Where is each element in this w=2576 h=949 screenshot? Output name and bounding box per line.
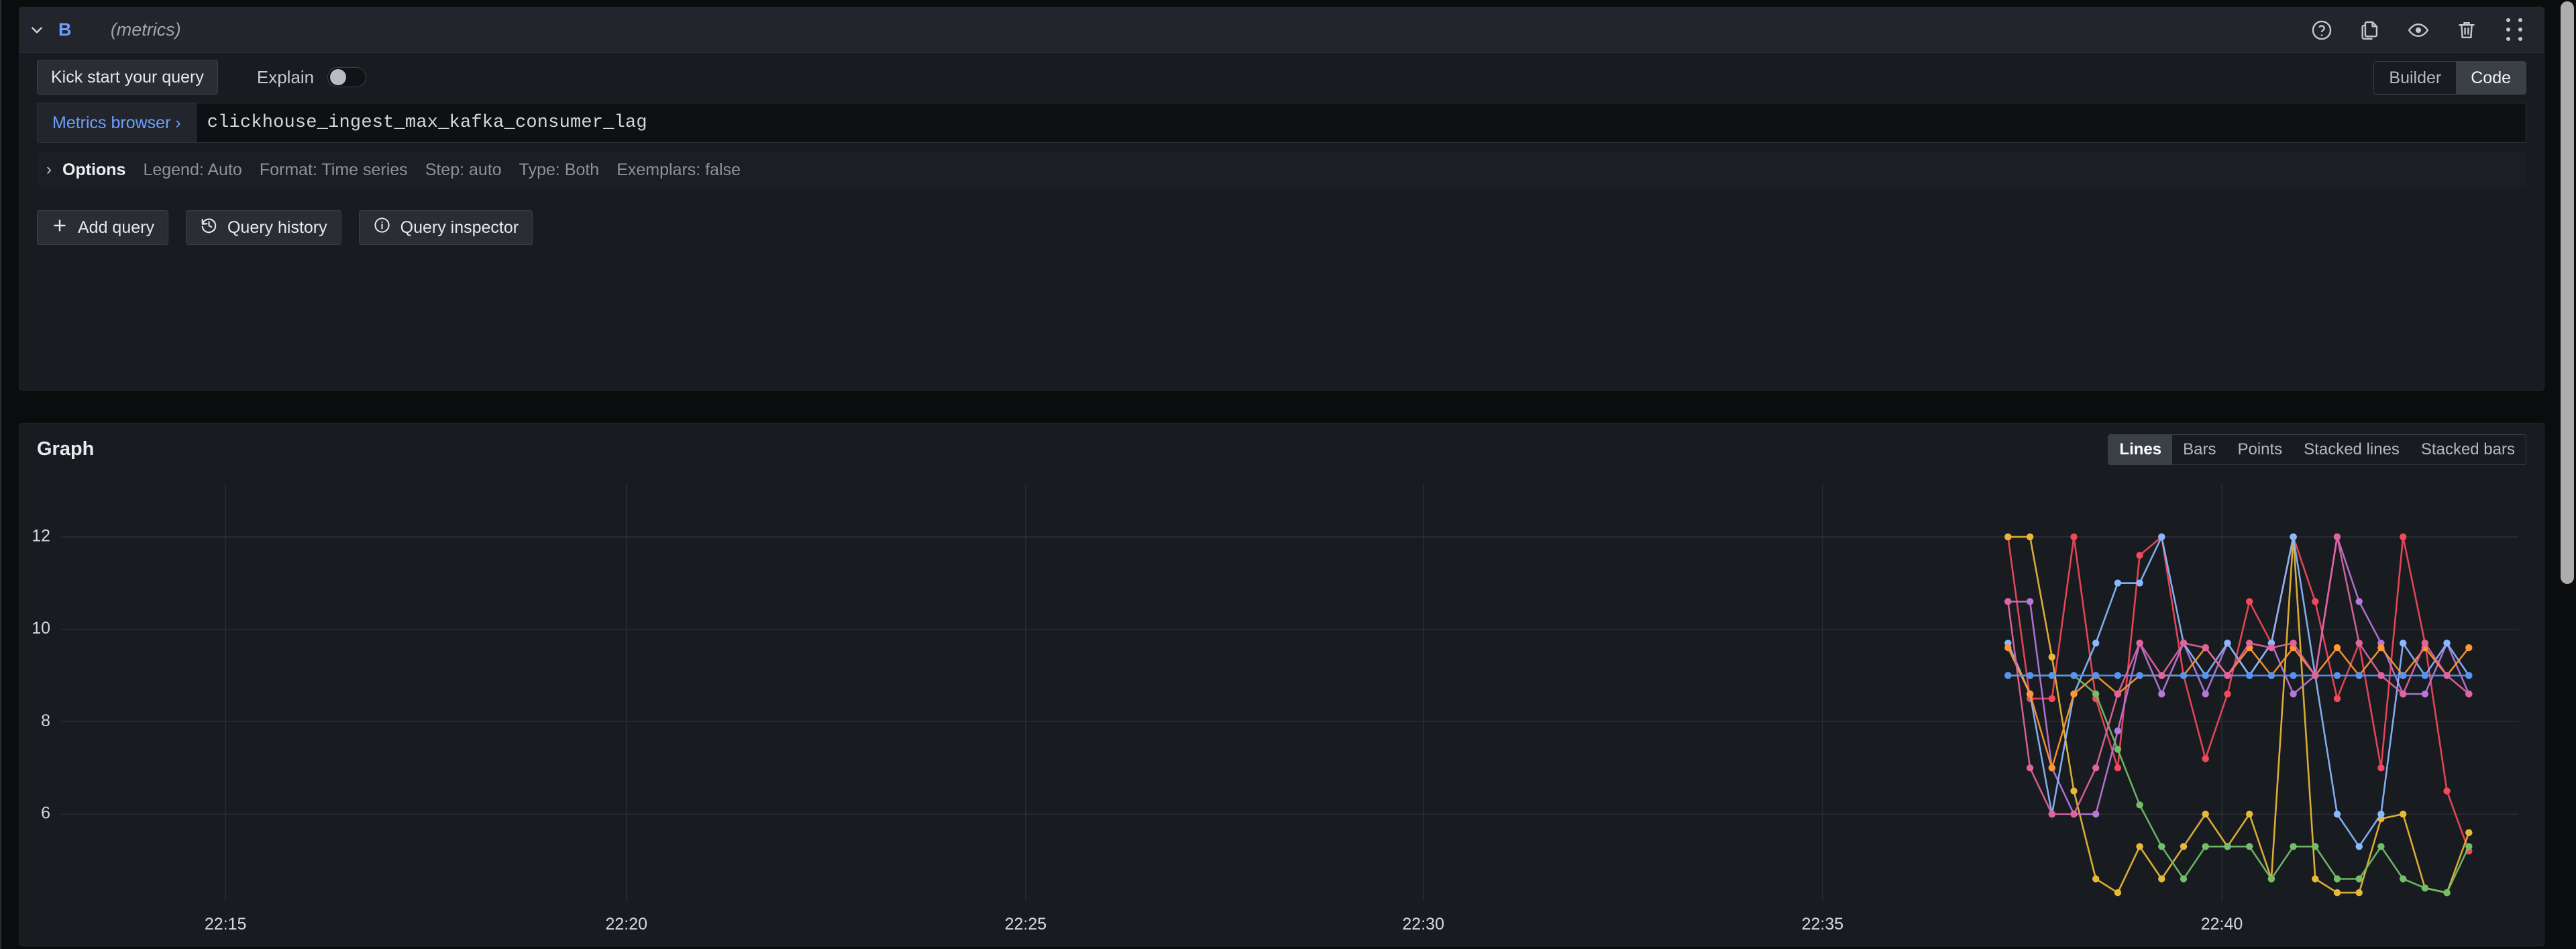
query-inspector-button[interactable]: Query inspector (358, 210, 533, 245)
options-label: Options (62, 160, 126, 179)
add-query-label: Add query (78, 217, 154, 237)
query-input[interactable]: clickhouse_ingest_max_kafka_consumer_lag (195, 103, 2526, 143)
chevron-down-icon[interactable] (22, 21, 52, 39)
viz-option-lines[interactable]: Lines (2108, 435, 2173, 464)
toggle-knob (330, 69, 347, 85)
x-axis-tick: 22:25 (1005, 915, 1047, 934)
page-scrollbar[interactable] (2560, 0, 2576, 949)
option-type: Type: Both (519, 160, 600, 179)
query-toolbar: Kick start your query Explain Builder Co… (19, 53, 2544, 97)
x-axis-tick: 22:40 (2201, 915, 2243, 934)
series-yellow (2004, 533, 2473, 897)
editor-mode-builder[interactable]: Builder (2374, 62, 2456, 94)
query-history-label: Query history (227, 217, 327, 237)
viz-option-stacked-lines[interactable]: Stacked lines (2293, 435, 2410, 464)
series-green (2004, 672, 2473, 897)
explore-page: B (metrics) Kick start your query Explai… (0, 0, 2576, 949)
option-format: Format: Time series (259, 160, 408, 179)
kick-start-query-button[interactable]: Kick start your query (37, 60, 218, 95)
y-axis-tick: 8 (41, 711, 50, 730)
graph-panel-header: Graph Lines Bars Points Stacked lines St… (19, 423, 2544, 476)
chevron-right-icon: › (46, 160, 52, 179)
left-edge-divider (0, 0, 1, 949)
y-axis-tick: 10 (32, 619, 50, 638)
option-exemplars: Exemplars: false (616, 160, 741, 179)
viz-option-stacked-bars[interactable]: Stacked bars (2410, 435, 2526, 464)
add-query-button[interactable]: Add query (37, 210, 168, 245)
query-actions: Add query Query history Query inspector (37, 210, 2544, 245)
toggle-visibility-icon[interactable] (2407, 19, 2430, 42)
scrollbar-thumb[interactable] (2561, 1, 2574, 584)
query-row-actions (2310, 7, 2526, 53)
editor-mode-code[interactable]: Code (2456, 62, 2526, 94)
plus-icon (51, 217, 68, 239)
y-axis-tick: 12 (32, 526, 50, 545)
remove-query-icon[interactable] (2455, 19, 2478, 42)
query-inspector-label: Query inspector (400, 217, 519, 237)
page-title: Graph (37, 438, 95, 460)
query-expression-row: Metrics browser › clickhouse_ingest_max_… (37, 103, 2526, 143)
query-ref-id[interactable]: B (58, 19, 72, 40)
x-axis-tick: 22:35 (1802, 915, 1844, 934)
viz-option-bars[interactable]: Bars (2172, 435, 2226, 464)
series-steelblue (2004, 672, 2473, 679)
x-axis-tick: 22:30 (1402, 915, 1444, 934)
x-axis-tick: 22:15 (205, 915, 247, 934)
query-history-button[interactable]: Query history (185, 210, 341, 245)
option-step: Step: auto (425, 160, 502, 179)
visualization-type-toggle: Lines Bars Points Stacked lines Stacked … (2108, 434, 2526, 465)
option-legend: Legend: Auto (143, 160, 242, 179)
metrics-browser-button[interactable]: Metrics browser › (37, 103, 196, 143)
help-icon[interactable] (2310, 19, 2333, 42)
series-orange (2004, 644, 2473, 772)
info-circle-icon (373, 216, 391, 239)
graph-plot-area[interactable]: 12 10 8 6 22:15 22:20 22:25 22:30 22:35 22:40 (19, 476, 2544, 946)
drag-handle-icon[interactable] (2504, 17, 2526, 42)
graph-panel: Graph Lines Bars Points Stacked lines St… (19, 423, 2544, 946)
editor-mode-toggle: Builder Code (2373, 61, 2526, 95)
duplicate-query-icon[interactable] (2359, 19, 2381, 42)
history-icon (200, 216, 218, 239)
explain-control: Explain (256, 66, 367, 88)
x-axis-tick: 22:20 (605, 915, 647, 934)
datasource-name: (metrics) (110, 19, 181, 40)
query-options-row[interactable]: › Options Legend: Auto Format: Time seri… (37, 152, 2526, 187)
explain-label: Explain (256, 66, 315, 87)
query-editor-card: B (metrics) Kick start your query Explai… (19, 7, 2544, 391)
timeseries-chart[interactable]: 12 10 8 6 22:15 22:20 22:25 22:30 22:35 22:40 (19, 476, 2544, 946)
viz-option-points[interactable]: Points (2226, 435, 2293, 464)
y-axis-tick: 6 (41, 804, 50, 823)
explain-toggle[interactable] (327, 67, 367, 87)
query-row-header: B (metrics) (19, 7, 2544, 53)
